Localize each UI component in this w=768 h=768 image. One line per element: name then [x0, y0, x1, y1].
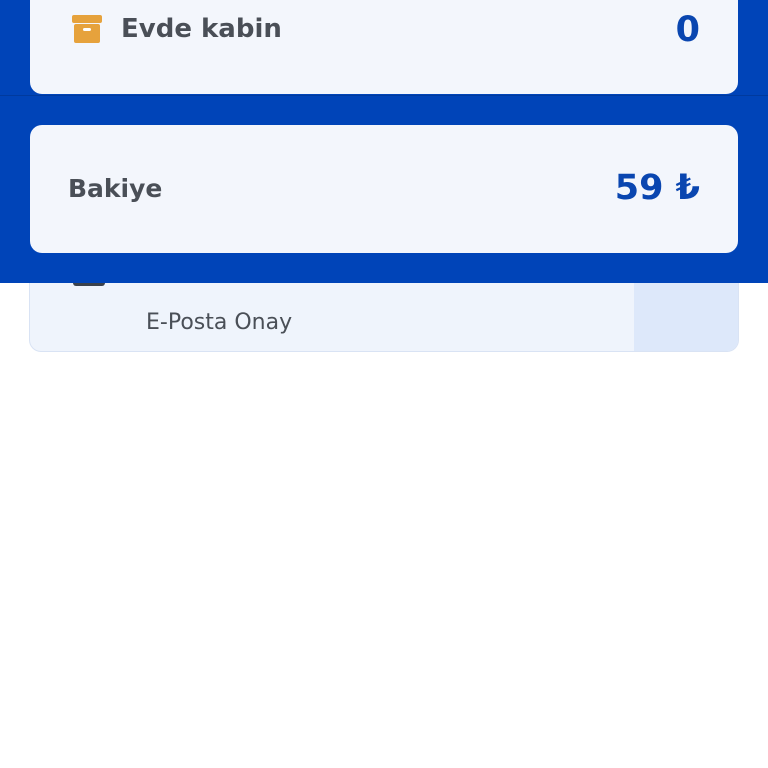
balance-card[interactable]: Bakiye 59 ₺ [30, 125, 738, 253]
screen: Evde kabin 0 E-Posta Onay Bakiye 59 ₺ [0, 0, 768, 768]
balance-sticky-bar: Bakiye 59 ₺ [0, 95, 768, 283]
evde-kabin-card[interactable]: Evde kabin 0 [30, 0, 738, 94]
email-confirmation-subtitle: E-Posta Onay [146, 310, 293, 335]
evde-kabin-count: 0 [675, 10, 700, 50]
evde-kabin-label: Evde kabin [121, 14, 282, 44]
balance-label: Bakiye [68, 174, 163, 203]
archive-box-icon [71, 13, 103, 45]
balance-amount: 59 ₺ [614, 168, 700, 208]
